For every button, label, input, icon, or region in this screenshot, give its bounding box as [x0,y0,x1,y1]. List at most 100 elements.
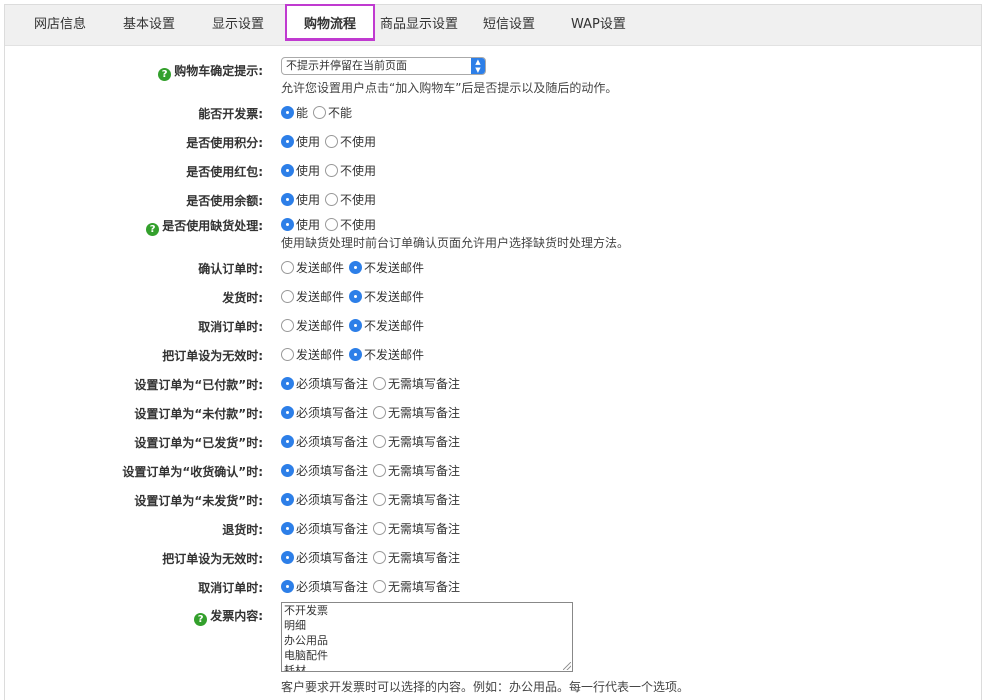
radio-unchecked-icon[interactable] [281,319,294,332]
tab-sms-settings[interactable]: 短信设置 [483,5,535,45]
radio-checked-icon[interactable] [281,135,294,148]
radio-option[interactable]: 必须填写备注 [281,462,368,479]
setting-label-text: 取消订单时: [198,581,263,595]
invoice-content-note: 客户要求开发票时可以选择的内容。例如：办公用品。每一行代表一个选项。 [281,680,690,694]
setting-label-text: 是否使用积分: [186,136,263,150]
radio-option[interactable]: 不发送邮件 [349,259,424,276]
radio-checked-icon[interactable] [281,522,294,535]
radio-unchecked-icon[interactable] [373,522,387,535]
radio-option[interactable]: 使用 [281,191,320,208]
radio-group: 使用 不使用 [281,191,381,209]
radio-checked-icon[interactable] [281,193,294,206]
radio-option[interactable]: 使用 [281,216,320,233]
radio-checked-icon[interactable] [349,261,363,274]
radio-group: 必须填写备注 无需填写备注 [281,462,465,480]
radio-option[interactable]: 无需填写备注 [373,520,460,537]
radio-option[interactable]: 不能 [313,104,352,121]
radio-option[interactable]: 无需填写备注 [373,578,460,595]
radio-group: 必须填写备注 无需填写备注 [281,578,465,596]
radio-unchecked-icon[interactable] [325,135,339,148]
radio-option-label: 无需填写备注 [388,580,461,594]
radio-unchecked-icon[interactable] [325,218,339,231]
radio-option[interactable]: 不使用 [325,216,376,233]
radio-checked-icon[interactable] [281,218,294,231]
radio-option[interactable]: 发送邮件 [281,288,344,305]
radio-option[interactable]: 无需填写备注 [373,549,460,566]
radio-unchecked-icon[interactable] [373,493,387,506]
radio-option[interactable]: 无需填写备注 [373,433,460,450]
radio-checked-icon[interactable] [281,435,294,448]
radio-option[interactable]: 无需填写备注 [373,491,460,508]
setting-label: 设置订单为“未付款”时: [5,405,263,422]
radio-checked-icon[interactable] [281,406,294,419]
radio-checked-icon[interactable] [281,164,294,177]
setting-label: 能否开发票: [5,105,263,122]
radio-checked-icon[interactable] [349,290,363,303]
tab-display-settings[interactable]: 显示设置 [212,5,264,45]
setting-label: 取消订单时: [5,579,263,596]
radio-option-label: 使用 [296,164,321,178]
radio-unchecked-icon[interactable] [281,261,294,274]
radio-unchecked-icon[interactable] [325,193,339,206]
radio-checked-icon[interactable] [281,106,294,119]
radio-checked-icon[interactable] [349,348,363,361]
tab-goods-display-settings[interactable]: 商品显示设置 [380,5,458,45]
setting-label: 设置订单为“已付款”时: [5,376,263,393]
radio-option[interactable]: 不发送邮件 [349,346,424,363]
radio-checked-icon[interactable] [281,580,294,593]
radio-option[interactable]: 能 [281,104,308,121]
radio-checked-icon[interactable] [281,377,294,390]
radio-unchecked-icon[interactable] [281,290,294,303]
radio-option[interactable]: 必须填写备注 [281,375,368,392]
radio-unchecked-icon[interactable] [281,348,294,361]
cart-prompt-select[interactable]: 不提示并停留在当前页面 ▲ ▼ [281,57,486,75]
invoice-option-line: 不开发票 [284,604,328,617]
radio-option[interactable]: 使用 [281,162,320,179]
radio-checked-icon[interactable] [281,464,294,477]
question-circle-icon[interactable]: ? [146,223,160,236]
radio-option[interactable]: 不发送邮件 [349,288,424,305]
radio-option[interactable]: 不使用 [325,162,376,179]
invoice-content-textarea[interactable]: 不开发票 明细 办公用品 电脑配件 耗材 [281,602,573,672]
tab-shopping-flow[interactable]: 购物流程 [285,4,375,41]
radio-option[interactable]: 必须填写备注 [281,520,368,537]
radio-unchecked-icon[interactable] [373,435,387,448]
question-circle-icon[interactable]: ? [158,68,172,81]
radio-unchecked-icon[interactable] [325,164,339,177]
radio-option[interactable]: 必须填写备注 [281,404,368,421]
radio-option[interactable]: 发送邮件 [281,317,344,334]
tab-shop-info[interactable]: 网店信息 [34,5,86,45]
setting-label: 是否使用红包: [5,163,263,180]
radio-option-label: 不发送邮件 [364,261,425,275]
radio-unchecked-icon[interactable] [373,464,387,477]
radio-option[interactable]: 无需填写备注 [373,375,460,392]
radio-checked-icon[interactable] [281,551,294,564]
radio-option[interactable]: 发送邮件 [281,259,344,276]
radio-group: 发送邮件 不发送邮件 [281,317,429,335]
radio-unchecked-icon[interactable] [313,106,327,119]
radio-unchecked-icon[interactable] [373,551,387,564]
question-circle-icon[interactable]: ? [194,613,208,626]
radio-option[interactable]: 必须填写备注 [281,578,368,595]
radio-option[interactable]: 必须填写备注 [281,549,368,566]
radio-unchecked-icon[interactable] [373,377,387,390]
radio-option[interactable]: 必须填写备注 [281,433,368,450]
radio-option-label: 无需填写备注 [388,406,461,420]
radio-option[interactable]: 不使用 [325,133,376,150]
radio-option[interactable]: 必须填写备注 [281,491,368,508]
radio-option[interactable]: 不发送邮件 [349,317,424,334]
resize-grip-icon[interactable] [563,662,571,670]
radio-checked-icon[interactable] [349,319,363,332]
radio-option-label: 发送邮件 [296,290,345,304]
radio-option[interactable]: 发送邮件 [281,346,344,363]
tab-wap-settings[interactable]: WAP设置 [571,5,626,45]
radio-option[interactable]: 无需填写备注 [373,404,460,421]
radio-option[interactable]: 不使用 [325,191,376,208]
radio-unchecked-icon[interactable] [373,580,387,593]
radio-option-label: 不使用 [340,218,377,232]
tab-basic-settings[interactable]: 基本设置 [123,5,175,45]
radio-checked-icon[interactable] [281,493,294,506]
radio-unchecked-icon[interactable] [373,406,387,419]
radio-option[interactable]: 无需填写备注 [373,462,460,479]
radio-option[interactable]: 使用 [281,133,320,150]
